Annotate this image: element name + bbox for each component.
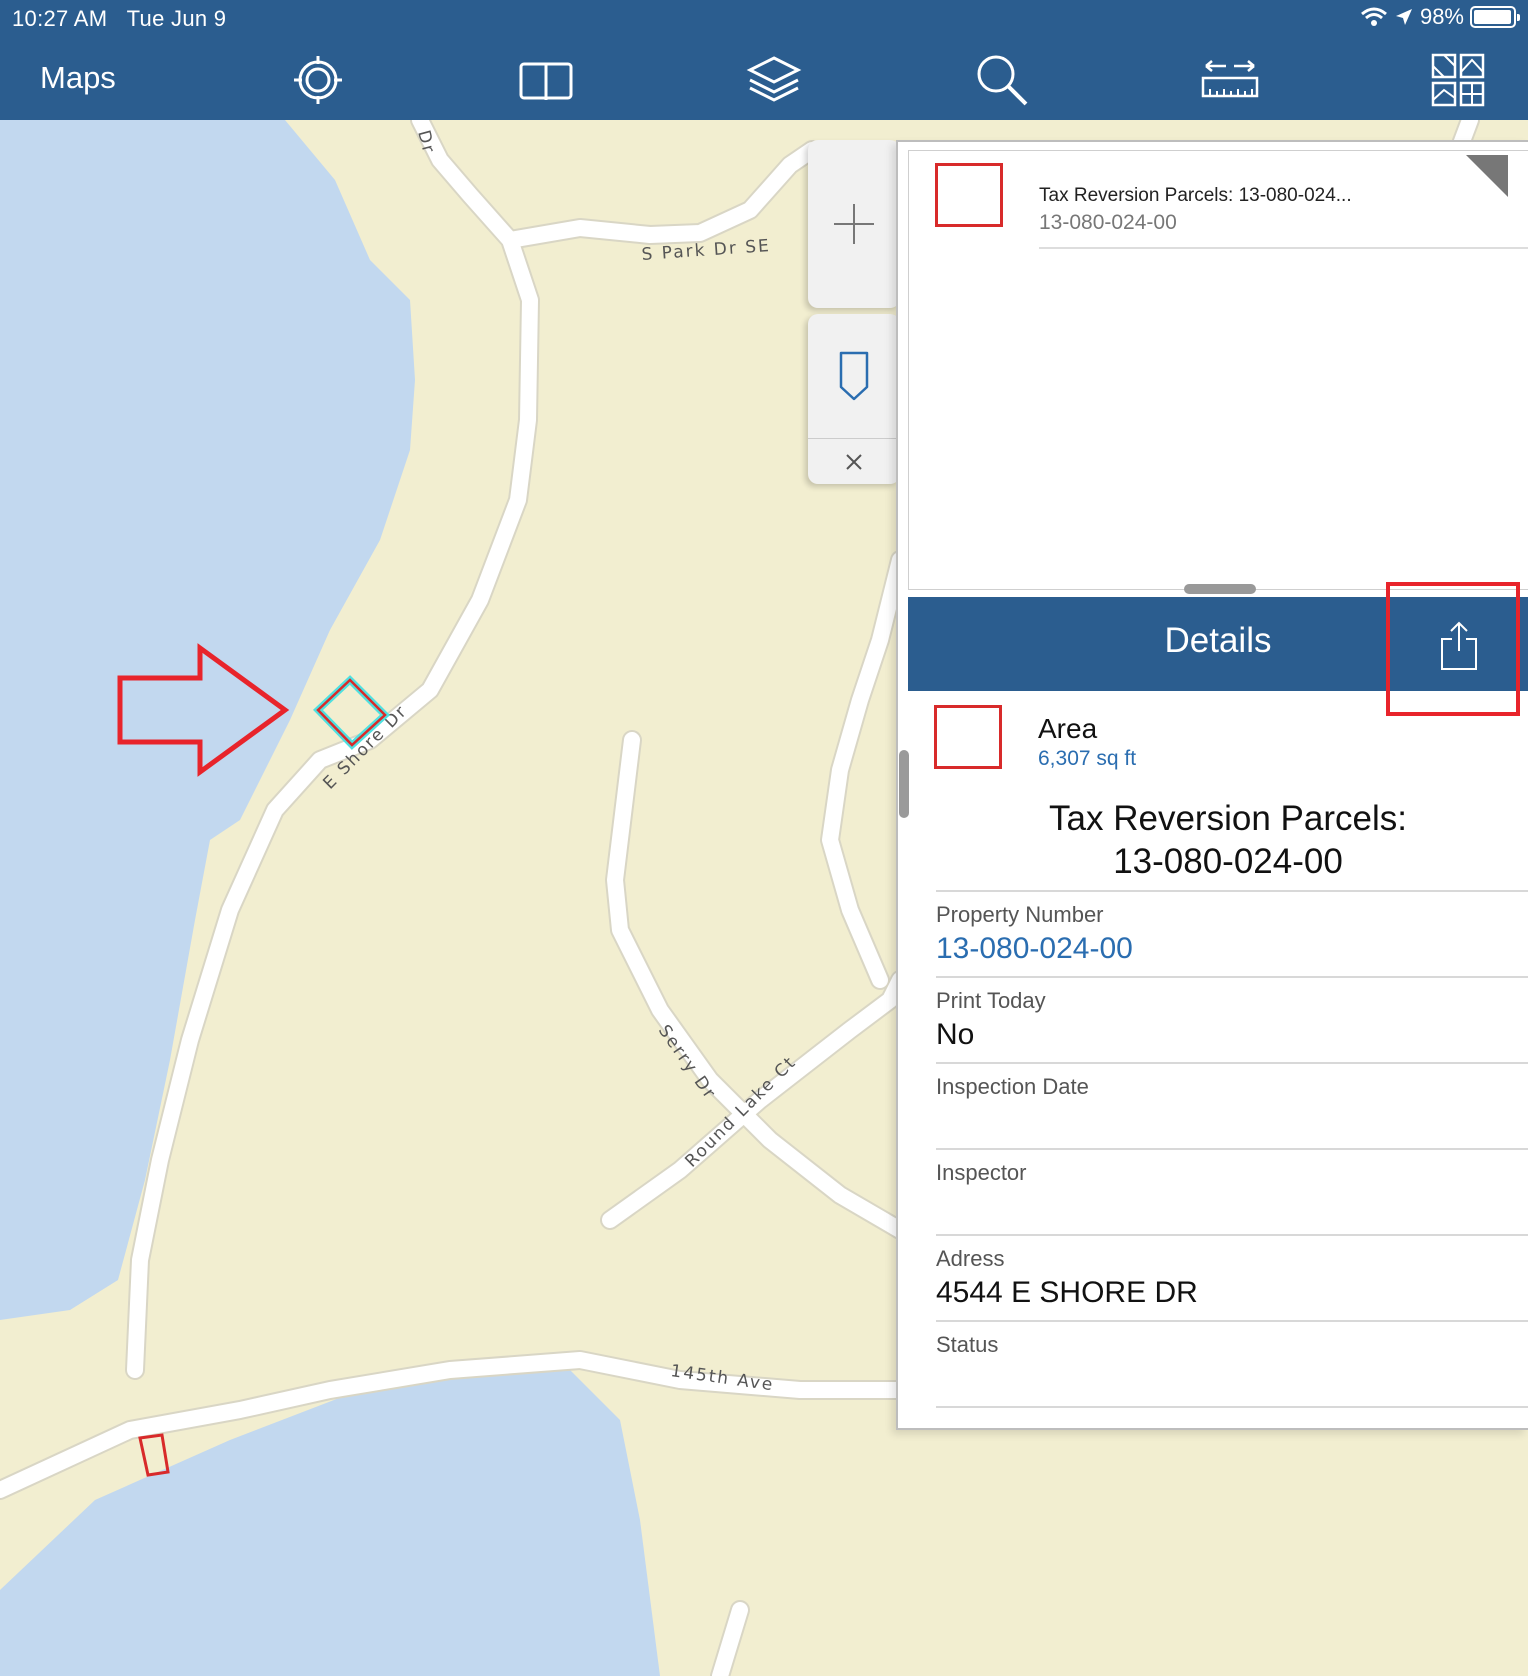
wifi-icon (1360, 7, 1387, 26)
time-text: 10:27 AM (12, 6, 108, 31)
basemap-gallery-button[interactable] (1428, 50, 1488, 110)
property-number-link[interactable]: 13-080-024-00 (936, 932, 1133, 966)
bookmarks-icon (519, 62, 573, 100)
field-divider (936, 1406, 1528, 1408)
date-text: Tue Jun 9 (126, 6, 227, 31)
field-print-today: Print Today No (936, 976, 1528, 1062)
pin-control (808, 314, 900, 484)
close-button[interactable] (808, 439, 900, 484)
pin-button[interactable] (808, 314, 900, 439)
field-value: No (936, 1018, 975, 1051)
area-symbol (934, 705, 1002, 769)
area-value: 6,307 sq ft (1038, 747, 1137, 770)
layers-icon (746, 56, 802, 102)
field-label: Status (936, 1332, 999, 1357)
locate-button[interactable] (288, 50, 348, 110)
panel-resize-handle[interactable] (1184, 584, 1256, 594)
status-time: 10:27 AM Tue Jun 9 (12, 6, 226, 32)
field-value: 4544 E SHORE DR (936, 1276, 1198, 1309)
field-label: Adress (936, 1246, 1005, 1271)
close-icon (846, 453, 862, 470)
share-highlight-annotation (1386, 582, 1520, 716)
field-label: Inspector (936, 1160, 1027, 1185)
corner-indicator-icon (1466, 155, 1508, 197)
field-label: Property Number (936, 902, 1104, 927)
result-title: Tax Reversion Parcels: 13-080-024... (1039, 185, 1352, 206)
plus-icon (834, 204, 874, 244)
locate-icon (294, 56, 342, 104)
zoom-in-button[interactable] (808, 140, 900, 308)
panel-edge-handle[interactable] (899, 750, 909, 818)
battery-fill (1474, 10, 1512, 24)
field-inspector: Inspector (936, 1148, 1528, 1234)
field-address: Adress 4544 E SHORE DR (936, 1234, 1528, 1320)
result-item[interactable]: Tax Reversion Parcels: 13-080-024... 13-… (909, 151, 1528, 249)
battery-percent: 98% (1419, 4, 1464, 29)
feature-title: Tax Reversion Parcels: 13-080-024-00 (908, 797, 1528, 883)
results-list: Tax Reversion Parcels: 13-080-024... 13-… (908, 150, 1528, 590)
top-bar: 10:27 AM Tue Jun 9 98% Maps (0, 0, 1528, 120)
measure-button[interactable] (1200, 50, 1260, 110)
area-label: Area (1038, 713, 1098, 744)
details-body: Area 6,307 sq ft Tax Reversion Parcels: … (908, 691, 1528, 1428)
field-label: Inspection Date (936, 1074, 1089, 1099)
field-label: Print Today (936, 988, 1046, 1013)
result-divider (1039, 247, 1528, 249)
feature-title-line2: 13-080-024-00 (1113, 842, 1343, 881)
measure-icon (1201, 60, 1259, 98)
pin-icon (839, 351, 869, 401)
basemap-gallery-icon (1431, 53, 1485, 107)
field-status: Status (936, 1320, 1528, 1406)
map-controls (808, 140, 900, 484)
bookmarks-button[interactable] (516, 50, 576, 110)
identify-panel: Tax Reversion Parcels: 13-080-024... 13-… (896, 140, 1528, 1430)
layers-button[interactable] (744, 50, 804, 110)
status-indicators: 98% (1360, 4, 1520, 30)
result-subtitle: 13-080-024-00 (1039, 211, 1177, 234)
location-arrow-icon (1395, 9, 1412, 25)
app-title: Maps (40, 60, 116, 95)
field-inspection-date: Inspection Date (936, 1062, 1528, 1148)
battery-icon (1470, 6, 1520, 28)
field-property-number: Property Number 13-080-024-00 (936, 890, 1528, 976)
feature-title-line1: Tax Reversion Parcels: (1049, 799, 1407, 838)
search-icon (977, 55, 1028, 106)
search-button[interactable] (972, 50, 1032, 110)
parcel-symbol (935, 163, 1003, 227)
